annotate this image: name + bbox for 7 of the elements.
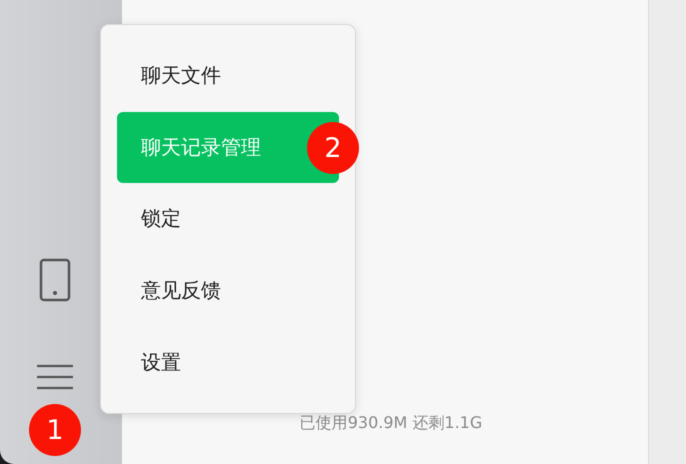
menu-item[interactable]: 设置: [117, 326, 339, 398]
menu-item[interactable]: 锁定: [117, 183, 339, 255]
menu-item[interactable]: 聊天文件: [117, 40, 339, 112]
phone-icon[interactable]: [39, 258, 71, 302]
storage-usage-text: 已使用930.9M 还剩1.1G: [300, 413, 482, 434]
menu-icon[interactable]: [36, 364, 74, 390]
menu-item[interactable]: 意见反馈: [117, 254, 339, 326]
